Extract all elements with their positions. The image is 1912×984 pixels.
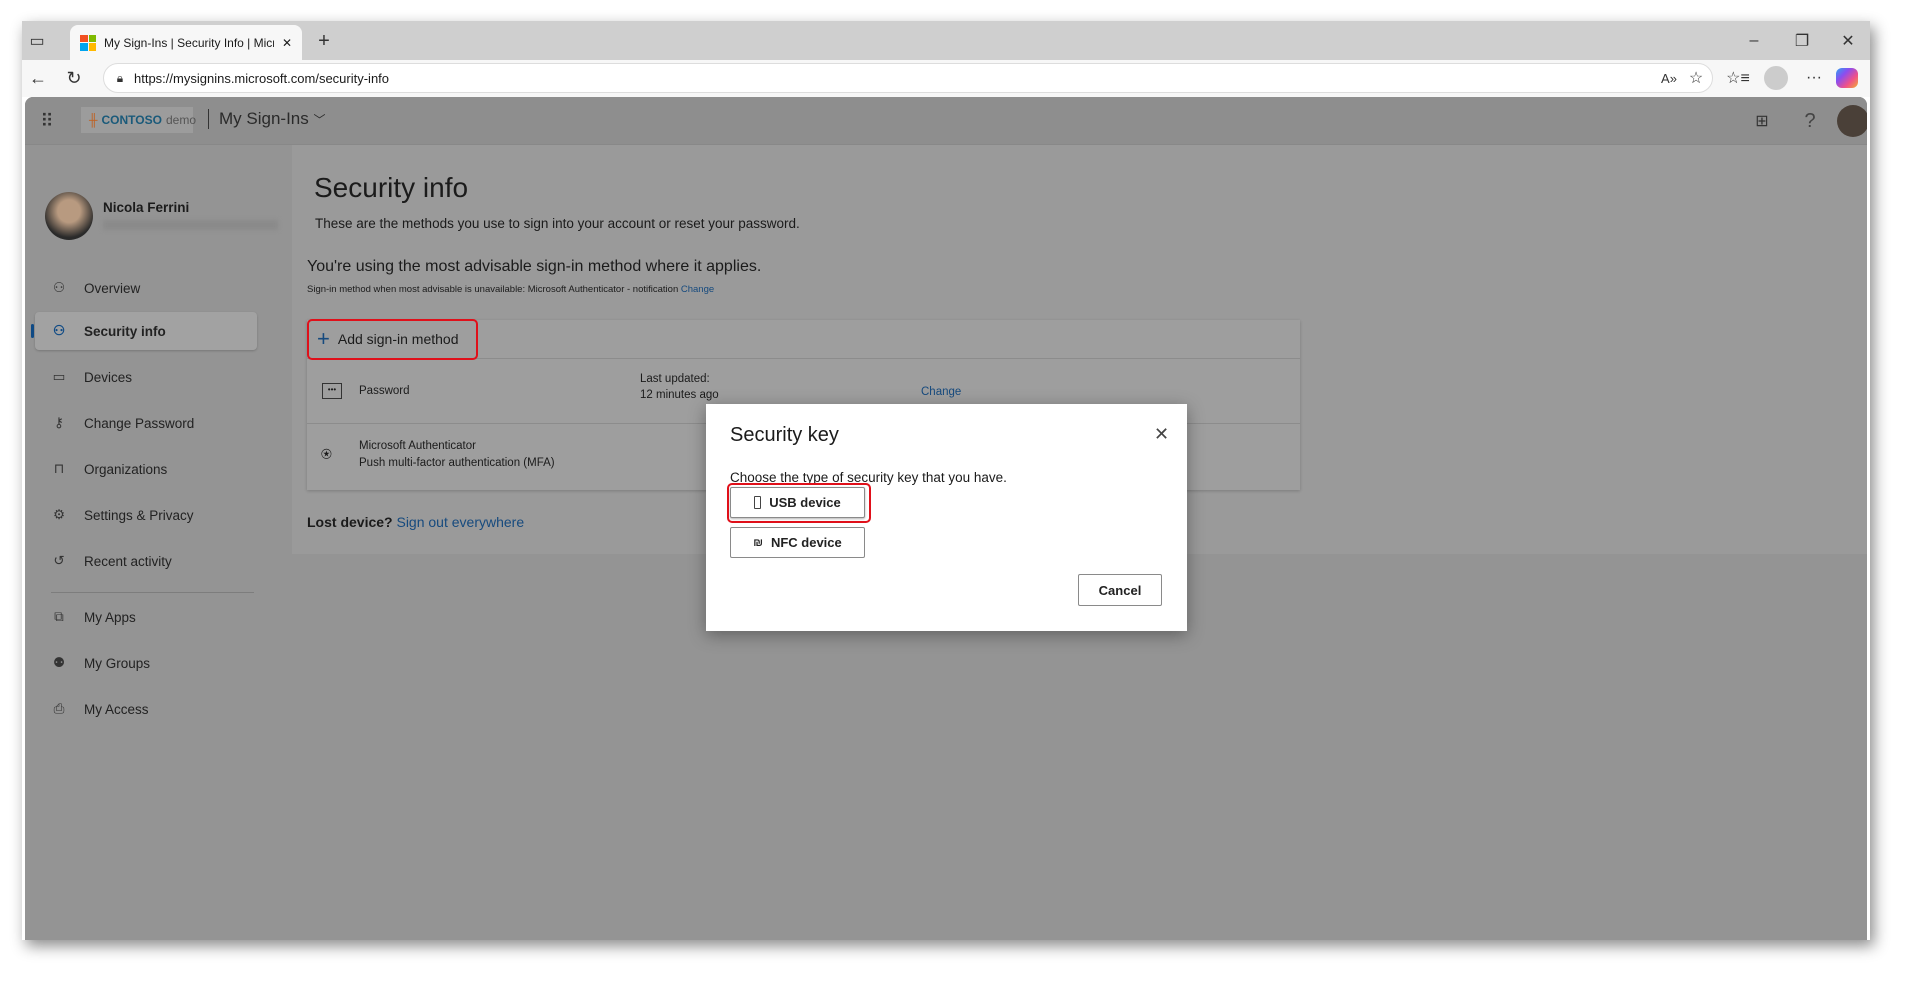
sidebar-divider [51,592,254,593]
fallback-method: Sign-in method when most advisable is un… [307,284,715,295]
close-window-icon[interactable]: ✕ [1836,29,1860,53]
lost-device: Lost device? Sign out everywhere [307,514,525,530]
favorite-star-icon[interactable]: ☆ [1686,68,1706,88]
page-title: Security info [314,172,469,203]
change-password-link[interactable]: Change [921,386,961,398]
tab-bar: ▭ My Sign-Ins | Security Info | Micro ✕ … [22,21,1870,60]
apps-icon: ⧉ [54,609,64,624]
laptop-icon: ▭ [52,369,66,384]
read-aloud-icon[interactable]: A» [1659,68,1679,88]
lock-icon: 🔒︎ [116,70,124,85]
person-key-icon: ⚇ [52,323,66,338]
close-tab-icon[interactable]: ✕ [282,36,292,50]
sidebar-item-recent-activity[interactable]: ↺ Recent activity [35,542,257,580]
restore-icon[interactable]: ❐ [1790,29,1814,53]
sidebar-item-my-access[interactable]: ⎙ My Access [35,690,257,728]
sign-out-everywhere-link[interactable]: Sign out everywhere [396,514,524,530]
change-default-link[interactable]: Change [681,284,714,295]
app-header: ⠿ ╫ CONTOSO demo My Sign-Ins ﹀ ⊞ ? [25,97,1867,145]
organization-logo: ╫ CONTOSO demo [81,107,196,133]
address-row: ← ↻ 🔒︎ https://mysignins.microsoft.com/s… [22,60,1870,97]
sidebar-item-my-groups[interactable]: ⚉ My Groups [35,644,257,682]
browser-tab[interactable]: My Sign-Ins | Security Info | Micro ✕ [70,25,302,60]
favorites-icon[interactable]: ☆≡ [1726,66,1750,90]
access-icon: ⎙ [53,701,65,716]
briefcase-icon: ⊓ [53,461,65,476]
authenticator-icon: ⍟ [321,444,332,464]
minimize-icon[interactable]: – [1742,29,1766,53]
groups-icon: ⚉ [52,655,66,670]
address-bar[interactable]: 🔒︎ https://mysignins.microsoft.com/secur… [103,63,1713,93]
sidebar-toggle-icon[interactable]: ▭ [26,30,48,52]
person-icon: ⚇ [52,280,66,295]
user-avatar [45,192,93,240]
url-text: https://mysignins.microsoft.com/security… [134,70,390,86]
sidebar-item-security-info[interactable]: ⚇ Security info [31,312,257,350]
profile-icon[interactable] [1764,66,1788,90]
more-icon[interactable]: ··· [1802,66,1826,90]
gear-icon: ⚙ [52,507,66,522]
sidebar-item-devices[interactable]: ▭ Devices [35,358,257,396]
org-chart-icon[interactable]: ⊞ [1750,109,1774,133]
new-tab-icon[interactable]: + [312,29,336,53]
sidebar-item-overview[interactable]: ⚇ Overview [35,269,257,307]
user-email-redacted [103,220,278,230]
user-name: Nicola Ferrini [103,200,190,215]
microsoft-logo-icon [80,34,96,51]
dialog-title: Security key [730,424,839,446]
sidebar: Nicola Ferrini ⚇ Overview ⚇ Security info … [25,145,292,940]
advisable-message: You're using the most advisable sign-in … [307,258,762,275]
sidebar-item-my-apps[interactable]: ⧉ My Apps [35,598,257,636]
app-launcher-icon[interactable]: ⠿ [35,109,59,133]
app-title[interactable]: My Sign-Ins ﹀ [208,109,326,129]
nfc-icon: ₪ [753,536,763,549]
sidebar-item-change-password[interactable]: ⚷ Change Password [35,404,257,442]
refresh-icon[interactable]: ↻ [62,66,86,90]
sidebar-item-settings-privacy[interactable]: ⚙ Settings & Privacy [35,496,257,534]
key-icon: ⚷ [54,415,64,430]
account-avatar[interactable] [1837,105,1867,137]
nfc-device-button[interactable]: ₪ NFC device [730,527,865,558]
cancel-button[interactable]: Cancel [1078,574,1162,606]
back-icon[interactable]: ← [26,66,50,90]
copilot-icon[interactable] [1836,68,1858,88]
page-subtitle: These are the methods you use to sign in… [315,216,800,231]
close-icon[interactable]: ✕ [1154,424,1169,445]
password-icon: ••• [322,383,342,399]
tab-title: My Sign-Ins | Security Info | Micro [104,35,274,50]
chevron-down-icon: ﹀ [313,113,326,127]
history-icon: ↺ [53,553,65,568]
highlight-usb-device [727,483,871,523]
help-icon[interactable]: ? [1798,109,1822,133]
highlight-add-method [307,319,478,360]
logo-mark-icon: ╫ [89,113,98,127]
sidebar-item-organizations[interactable]: ⊓ Organizations [35,450,257,488]
